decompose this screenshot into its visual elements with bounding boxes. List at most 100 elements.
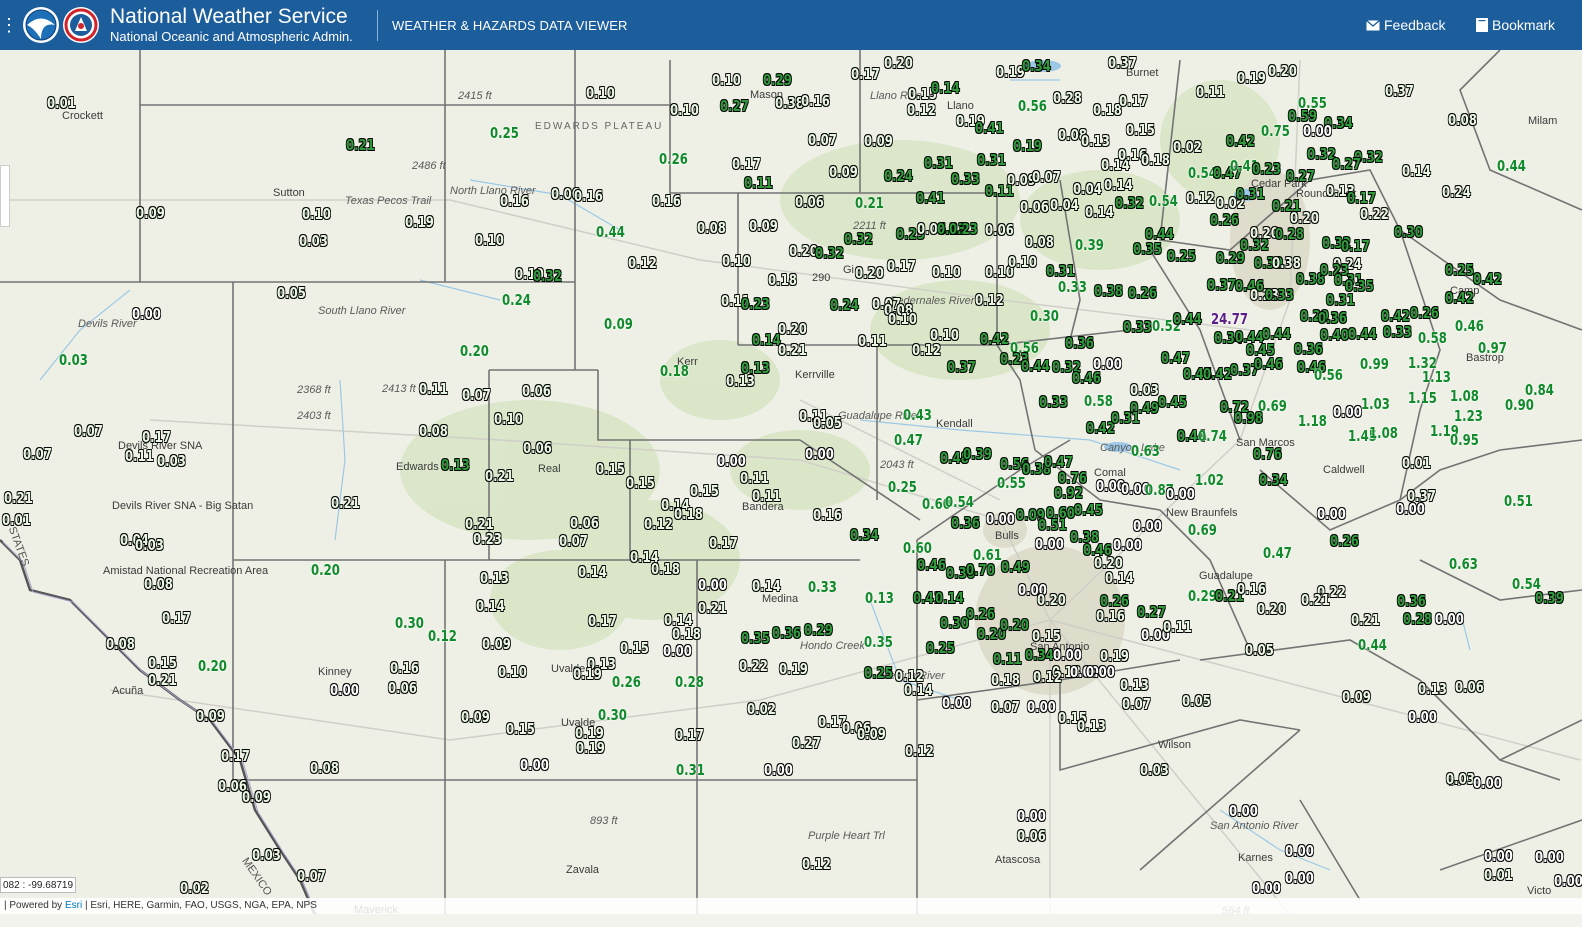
- rainfall-value[interactable]: 0.28: [1403, 611, 1432, 627]
- rainfall-value[interactable]: 0.37: [947, 359, 976, 375]
- rainfall-value[interactable]: 0.30: [940, 615, 969, 631]
- rainfall-value[interactable]: 0.24: [884, 168, 913, 184]
- feedback-button[interactable]: Feedback: [1366, 16, 1445, 34]
- rainfall-value[interactable]: 0.04: [1073, 181, 1102, 197]
- rainfall-value[interactable]: 0.17: [1347, 190, 1376, 206]
- rainfall-value[interactable]: 0.00: [1027, 699, 1056, 715]
- rainfall-value[interactable]: 0.08: [697, 220, 726, 236]
- rainfall-value[interactable]: 0.15: [596, 461, 625, 477]
- rainfall-value[interactable]: 0.33: [1265, 287, 1294, 303]
- rainfall-value[interactable]: 0.31: [676, 762, 705, 778]
- rainfall-value[interactable]: 0.21: [485, 468, 514, 484]
- rainfall-value[interactable]: 0.11: [740, 470, 769, 486]
- rainfall-value[interactable]: 0.07: [74, 423, 103, 439]
- rainfall-value[interactable]: 0.15: [620, 640, 649, 656]
- rainfall-value[interactable]: 0.20: [855, 265, 884, 281]
- rainfall-value[interactable]: 0.10: [722, 253, 751, 269]
- rainfall-value[interactable]: 0.13: [480, 570, 509, 586]
- rainfall-value[interactable]: 0.44: [1173, 311, 1202, 327]
- rainfall-value[interactable]: 0.29: [1188, 588, 1217, 604]
- rainfall-value[interactable]: 0.75: [1261, 123, 1290, 139]
- rainfall-value[interactable]: 0.20: [1000, 617, 1029, 633]
- rainfall-value[interactable]: 0.10: [475, 232, 504, 248]
- rainfall-value[interactable]: 0.38: [1272, 255, 1301, 271]
- rainfall-value[interactable]: 0.10: [302, 206, 331, 222]
- rainfall-value[interactable]: 0.06: [985, 222, 1014, 238]
- rainfall-value[interactable]: 0.07: [23, 446, 52, 462]
- rainfall-value[interactable]: 0.00: [1435, 611, 1464, 627]
- rainfall-value[interactable]: 0.10: [1008, 254, 1037, 270]
- rainfall-value[interactable]: 0.06: [1020, 199, 1049, 215]
- rainfall-value[interactable]: 0.22: [1360, 206, 1389, 222]
- rainfall-value[interactable]: 0.13: [1081, 133, 1110, 149]
- rainfall-value[interactable]: 0.13: [726, 373, 755, 389]
- rainfall-value[interactable]: 0.36: [1397, 593, 1426, 609]
- rainfall-value[interactable]: 0.33: [1123, 319, 1152, 335]
- rainfall-value[interactable]: 0.11: [125, 448, 154, 464]
- rainfall-value[interactable]: 0.33: [808, 579, 837, 595]
- rainfall-value[interactable]: 0.11: [752, 488, 781, 504]
- rainfall-value[interactable]: 0.03: [157, 453, 186, 469]
- rainfall-value[interactable]: 0.00: [1017, 808, 1046, 824]
- rainfall-value[interactable]: 0.08: [106, 636, 135, 652]
- rainfall-value[interactable]: 0.06: [570, 515, 599, 531]
- rainfall-value[interactable]: 0.12: [802, 856, 831, 872]
- rainfall-value[interactable]: 0.95: [1450, 432, 1479, 448]
- rainfall-value[interactable]: 0.23: [1252, 161, 1281, 177]
- rainfall-value[interactable]: 0.09: [196, 708, 225, 724]
- rainfall-value[interactable]: 0.17: [162, 610, 191, 626]
- rainfall-value[interactable]: 0.41: [975, 120, 1004, 136]
- rainfall-value[interactable]: 0.03: [252, 847, 281, 863]
- rainfall-value[interactable]: 0.39: [1535, 590, 1564, 606]
- rainfall-value[interactable]: 0.00: [1535, 849, 1564, 865]
- rainfall-value[interactable]: 0.19: [1100, 648, 1129, 664]
- rainfall-value[interactable]: 0.60: [903, 540, 932, 556]
- rainfall-value[interactable]: 0.39: [1075, 237, 1104, 253]
- rainfall-value[interactable]: 0.47: [1044, 454, 1073, 470]
- rainfall-value[interactable]: 1.15: [1408, 390, 1437, 406]
- rainfall-value[interactable]: 0.03: [1130, 382, 1159, 398]
- rainfall-value[interactable]: 0.46: [1254, 356, 1283, 372]
- rainfall-value[interactable]: 0.19: [779, 661, 808, 677]
- rainfall-value[interactable]: 0.07: [559, 533, 588, 549]
- rainfall-value[interactable]: 0.03: [299, 233, 328, 249]
- rainfall-value[interactable]: 0.01: [1484, 867, 1513, 883]
- rainfall-value[interactable]: 0.42: [1226, 133, 1255, 149]
- rainfall-value[interactable]: 0.16: [801, 93, 830, 109]
- rainfall-value[interactable]: 0.25: [1445, 262, 1474, 278]
- rainfall-value[interactable]: 0.36: [1318, 310, 1347, 326]
- rainfall-value[interactable]: 0.09: [829, 164, 858, 180]
- rainfall-value[interactable]: 0.32: [815, 245, 844, 261]
- rainfall-value[interactable]: 0.15: [1126, 122, 1155, 138]
- rainfall-value[interactable]: 0.32: [844, 231, 873, 247]
- rainfall-value[interactable]: 0.20: [198, 658, 227, 674]
- rainfall-value[interactable]: 0.08: [310, 760, 339, 776]
- rainfall-value[interactable]: 0.31: [977, 152, 1006, 168]
- rainfall-value[interactable]: 0.18: [672, 626, 701, 642]
- rainfall-value[interactable]: 0.00: [1303, 123, 1332, 139]
- rainfall-value[interactable]: 0.08: [1448, 112, 1477, 128]
- rainfall-value[interactable]: 0.32: [1115, 195, 1144, 211]
- rainfall-value[interactable]: 0.05: [1182, 693, 1211, 709]
- rainfall-value[interactable]: 0.16: [652, 193, 681, 209]
- rainfall-value[interactable]: 0.33: [1383, 324, 1412, 340]
- rainfall-value[interactable]: 0.23: [949, 221, 978, 237]
- rainfall-value[interactable]: 0.03: [1140, 762, 1169, 778]
- rainfall-value[interactable]: 0.27: [792, 735, 821, 751]
- rainfall-value[interactable]: 0.99: [1360, 356, 1389, 372]
- rainfall-value[interactable]: 0.24: [1442, 184, 1471, 200]
- rainfall-value[interactable]: 0.33: [1058, 279, 1087, 295]
- rainfall-value[interactable]: 0.25: [888, 479, 917, 495]
- rainfall-value[interactable]: 0.27: [720, 98, 749, 114]
- rainfall-value[interactable]: 0.12: [1186, 190, 1215, 206]
- rainfall-value[interactable]: 1.18: [1298, 413, 1327, 429]
- rainfall-value[interactable]: 0.11: [985, 183, 1014, 199]
- rainfall-value[interactable]: 0.18: [651, 561, 680, 577]
- rainfall-value[interactable]: 0.07: [808, 132, 837, 148]
- rainfall-value[interactable]: 0.21: [148, 672, 177, 688]
- rainfall-value[interactable]: 0.08: [1025, 234, 1054, 250]
- rainfall-value[interactable]: 0.44: [1348, 326, 1377, 342]
- rainfall-value[interactable]: 0.46: [1455, 318, 1484, 334]
- rainfall-value[interactable]: 0.44: [1021, 358, 1050, 374]
- rainfall-value[interactable]: 0.17: [1341, 238, 1370, 254]
